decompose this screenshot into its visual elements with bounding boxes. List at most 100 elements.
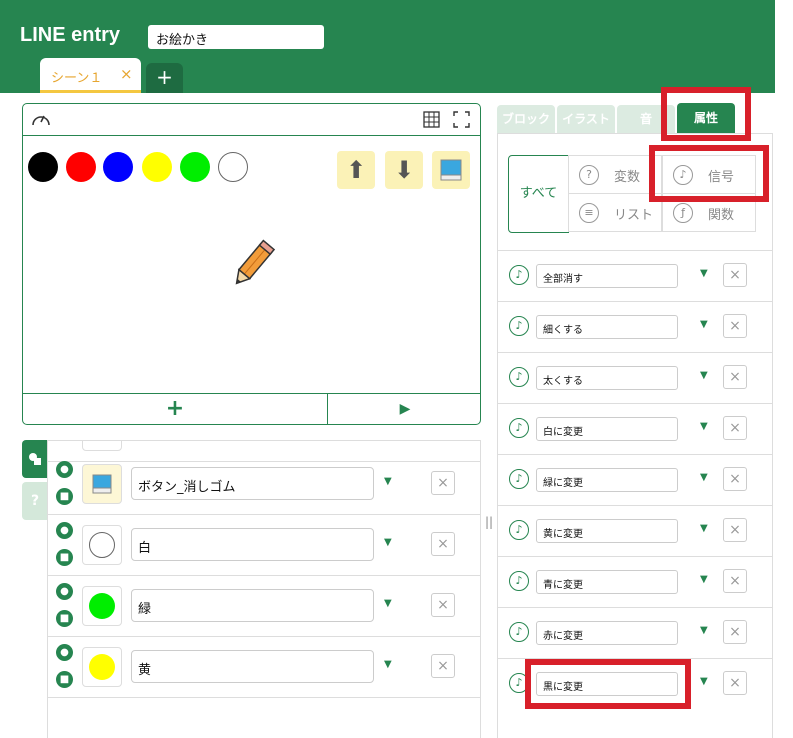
- signal-icon: ♪: [509, 469, 529, 489]
- chevron-down-icon[interactable]: ▼: [700, 676, 708, 687]
- add-scene-button[interactable]: +: [146, 63, 183, 93]
- eye-icon[interactable]: ●: [56, 522, 73, 539]
- panel-splitter[interactable]: ||: [485, 515, 493, 529]
- chevron-down-icon[interactable]: ▼: [700, 370, 708, 381]
- eraser-button[interactable]: [432, 151, 470, 189]
- signal-name-field[interactable]: 太くする: [536, 366, 678, 390]
- list-item[interactable]: ● ■ 黄 ▼ ×: [48, 637, 480, 698]
- delete-signal-button[interactable]: ×: [723, 314, 747, 338]
- eye-icon[interactable]: ●: [56, 583, 73, 600]
- scene-tab[interactable]: シーン１ ×: [40, 58, 141, 93]
- signal-icon: ♪: [509, 316, 529, 336]
- add-object-button[interactable]: +: [23, 394, 328, 424]
- signal-name-field[interactable]: 赤に変更: [536, 621, 678, 645]
- delete-signal-button[interactable]: ×: [723, 671, 747, 695]
- chevron-down-icon[interactable]: ▼: [384, 659, 392, 670]
- eye-icon[interactable]: ●: [56, 644, 73, 661]
- object-name-field[interactable]: 緑: [131, 589, 374, 622]
- object-thumbnail: [82, 647, 122, 687]
- lock-icon[interactable]: ■: [56, 671, 73, 688]
- signal-row[interactable]: ♪ 太くする ▼ ×: [498, 352, 772, 403]
- chevron-down-icon[interactable]: ▼: [384, 537, 392, 548]
- chevron-down-icon[interactable]: ▼: [700, 319, 708, 330]
- delete-signal-button[interactable]: ×: [723, 467, 747, 491]
- lock-icon[interactable]: ■: [56, 610, 73, 627]
- signal-name-field[interactable]: 黒に変更: [536, 672, 678, 696]
- object-name-field[interactable]: ボタン_消しゴム: [131, 467, 374, 500]
- color-yellow-sprite[interactable]: [142, 152, 172, 182]
- play-button[interactable]: ▶: [329, 394, 481, 424]
- color-green-sprite[interactable]: [180, 152, 210, 182]
- chevron-down-icon[interactable]: ▼: [700, 472, 708, 483]
- signal-name-field[interactable]: 白に変更: [536, 417, 678, 441]
- attributes-panel: すべて ? 変数 ♪ 信号 ≡ リスト ƒ 関数 ♪ 全部消す ▼ × ♪ 細くする ▼ ×…: [497, 133, 773, 738]
- signal-row[interactable]: ♪ 黄に変更 ▼ ×: [498, 505, 772, 556]
- signal-icon: ♪: [509, 520, 529, 540]
- delete-signal-button[interactable]: ×: [723, 416, 747, 440]
- fullscreen-icon[interactable]: [453, 111, 470, 132]
- delete-signal-button[interactable]: ×: [723, 620, 747, 644]
- app-logo: LINE entry: [20, 24, 121, 46]
- signal-name-field[interactable]: 青に変更: [536, 570, 678, 594]
- delete-signal-button[interactable]: ×: [723, 365, 747, 389]
- pencil-sprite[interactable]: [228, 239, 276, 295]
- scene-close-icon[interactable]: ×: [120, 65, 133, 83]
- category-variables[interactable]: ? 変数: [568, 155, 662, 194]
- category-functions[interactable]: ƒ 関数: [662, 193, 756, 232]
- list-item[interactable]: ● ■ 緑 ▼ ×: [48, 576, 480, 637]
- help-tab[interactable]: ?: [22, 482, 48, 520]
- signal-name-field[interactable]: 全部消す: [536, 264, 678, 288]
- signal-row[interactable]: ♪ 細くする ▼ ×: [498, 301, 772, 352]
- signal-name-field[interactable]: 緑に変更: [536, 468, 678, 492]
- eye-icon[interactable]: ●: [56, 461, 73, 478]
- signal-icon: ♪: [509, 367, 529, 387]
- category-lists[interactable]: ≡ リスト: [568, 193, 662, 232]
- signal-icon: ♪: [509, 418, 529, 438]
- delete-signal-button[interactable]: ×: [723, 263, 747, 287]
- chevron-down-icon[interactable]: ▼: [700, 421, 708, 432]
- color-blue-sprite[interactable]: [103, 152, 133, 182]
- thicker-arrow-up-icon[interactable]: ⬆: [337, 151, 375, 189]
- delete-signal-button[interactable]: ×: [723, 518, 747, 542]
- delete-object-button[interactable]: ×: [431, 593, 455, 617]
- signal-row[interactable]: ♪ 全部消す ▼ ×: [498, 250, 772, 301]
- chevron-down-icon[interactable]: ▼: [700, 625, 708, 636]
- signal-row[interactable]: ♪ 赤に変更 ▼ ×: [498, 607, 772, 658]
- color-black-sprite[interactable]: [28, 152, 58, 182]
- signal-row[interactable]: ♪ 青に変更 ▼ ×: [498, 556, 772, 607]
- object-tab[interactable]: [22, 440, 48, 478]
- signal-row[interactable]: ♪ 緑に変更 ▼ ×: [498, 454, 772, 505]
- lock-icon[interactable]: ■: [56, 488, 73, 505]
- object-name-field[interactable]: 白: [131, 528, 374, 561]
- app-header: LINE entry お絵かき シーン１ × +: [0, 0, 775, 93]
- signal-row[interactable]: ♪ 白に変更 ▼ ×: [498, 403, 772, 454]
- delete-signal-button[interactable]: ×: [723, 569, 747, 593]
- signal-name-field[interactable]: 細くする: [536, 315, 678, 339]
- delete-object-button[interactable]: ×: [431, 471, 455, 495]
- signal-row[interactable]: ♪ 黒に変更 ▼ ×: [498, 658, 772, 709]
- category-all[interactable]: すべて: [508, 155, 569, 233]
- chevron-down-icon[interactable]: ▼: [384, 476, 392, 487]
- category-signals[interactable]: ♪ 信号: [662, 155, 756, 194]
- list-item[interactable]: ● ■ ボタン_消しゴム ▼ ×: [48, 454, 480, 515]
- delete-object-button[interactable]: ×: [431, 532, 455, 556]
- grid-icon[interactable]: [423, 111, 440, 132]
- project-name-input[interactable]: お絵かき: [148, 25, 324, 49]
- chevron-down-icon[interactable]: ▼: [700, 523, 708, 534]
- lock-icon[interactable]: ■: [56, 549, 73, 566]
- object-name-field[interactable]: 黄: [131, 650, 374, 683]
- color-red-sprite[interactable]: [66, 152, 96, 182]
- tab-attributes[interactable]: 属性: [677, 103, 735, 136]
- speed-gauge-icon[interactable]: [31, 110, 51, 132]
- chevron-down-icon[interactable]: ▼: [384, 598, 392, 609]
- list-item[interactable]: ● ■ 白 ▼ ×: [48, 515, 480, 576]
- chevron-down-icon[interactable]: ▼: [700, 574, 708, 585]
- delete-object-button[interactable]: ×: [431, 654, 455, 678]
- tab-blocks[interactable]: ブロック: [497, 105, 555, 133]
- thinner-arrow-down-icon[interactable]: ⬇: [385, 151, 423, 189]
- color-white-sprite[interactable]: [218, 152, 248, 182]
- chevron-down-icon[interactable]: ▼: [700, 268, 708, 279]
- tab-illustrations[interactable]: イラスト: [557, 105, 615, 133]
- tab-sounds[interactable]: 音: [617, 105, 675, 133]
- signal-name-field[interactable]: 黄に変更: [536, 519, 678, 543]
